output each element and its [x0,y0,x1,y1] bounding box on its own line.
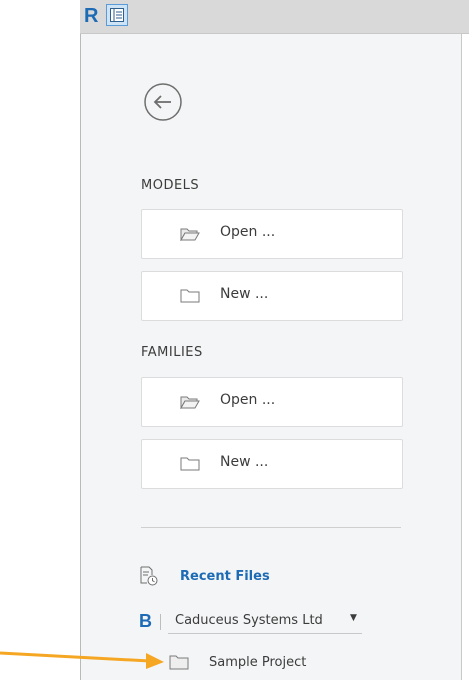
divider [141,527,401,528]
home-panel: MODELS Open ... New ... FAMILIES Open ..… [80,34,462,680]
families-new-label: New ... [220,454,269,470]
project-item[interactable]: Sample Project [169,652,389,676]
models-new-label: New ... [220,286,269,302]
company-name: Caduceus Systems Ltd [175,613,323,628]
revit-logo: R [84,5,99,27]
panel-icon [110,8,124,22]
families-new-button[interactable]: New ... [141,439,403,489]
company-dropdown[interactable]: Caduceus Systems Ltd ▼ [168,609,362,634]
recent-files-icon [140,566,158,586]
families-open-button[interactable]: Open ... [141,377,403,427]
back-arrow-icon [144,83,182,121]
bim360-logo: B [139,611,152,631]
models-new-button[interactable]: New ... [141,271,403,321]
chevron-down-icon: ▼ [350,613,357,623]
project-label: Sample Project [209,655,307,670]
folder-icon [180,457,200,471]
folder-open-icon [180,396,200,409]
families-open-label: Open ... [220,392,276,408]
folder-icon [180,289,200,303]
annotation-arrow-icon [0,651,164,669]
families-section-label: FAMILIES [141,345,203,360]
title-bar: R [80,0,469,34]
panel-toggle-button[interactable] [106,4,128,26]
logo-separator [160,614,161,630]
folder-icon [169,655,189,670]
folder-open-icon [180,228,200,241]
models-open-label: Open ... [220,224,276,240]
models-open-button[interactable]: Open ... [141,209,403,259]
back-button[interactable] [143,82,183,122]
recent-files-link[interactable]: Recent Files [180,569,270,584]
models-section-label: MODELS [141,178,200,193]
